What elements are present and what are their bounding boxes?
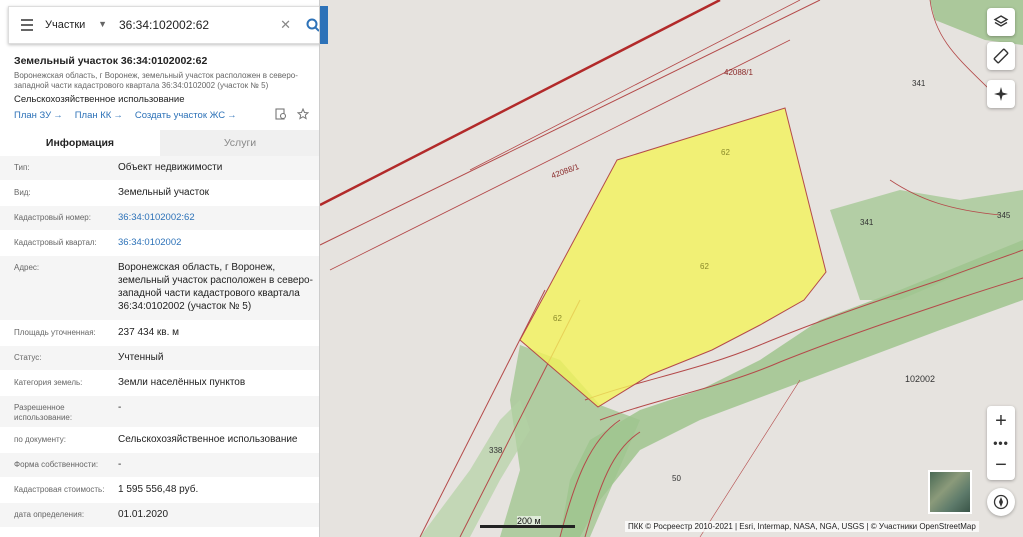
link-plan-zu[interactable]: План ЗУ → [14, 110, 63, 121]
link-plan-kk[interactable]: План КК → [75, 110, 123, 121]
object-links: План ЗУ → План КК → Создать участок ЖС → [14, 110, 237, 121]
menu-icon[interactable] [9, 19, 45, 31]
zoom-more-button[interactable]: ••• [987, 436, 1015, 450]
tab-bar: Информация Услуги [0, 130, 319, 156]
table-row: дата определения: 01.01.2020 [0, 503, 319, 528]
layers-icon [993, 15, 1009, 27]
table-row: по документу: Сельскохозяйственное исполь… [0, 428, 319, 453]
table-row: Кадастровая стоимость: 1 595 556,48 руб. [0, 478, 319, 503]
map-label-50: 50 [672, 474, 681, 483]
map-label-102002: 102002 [905, 374, 936, 384]
link-create-zhs[interactable]: Создать участок ЖС → [135, 110, 237, 121]
info-table: Тип: Объект недвижимости Вид: Земельный уч… [0, 156, 319, 528]
table-row: Категория земель: Земли населённых пункто… [0, 371, 319, 396]
table-row: Адрес: Воронежская область, г Воронеж, зе… [0, 256, 319, 321]
print-icon[interactable] [275, 108, 287, 120]
map-label-62-b: 62 [700, 262, 709, 271]
compass-button[interactable] [987, 488, 1015, 516]
locate-button[interactable] [987, 80, 1015, 108]
zoom-in-button[interactable]: + [987, 406, 1015, 436]
basemap-switcher[interactable] [928, 470, 972, 514]
map-label-345: 345 [997, 211, 1011, 220]
object-title: Земельный участок 36:34:0102002:62 [14, 55, 208, 67]
compass-icon [993, 494, 1009, 510]
search-bar: Участки ▼ 36:34:102002:62 ✕ [8, 6, 319, 44]
map-scale: 200 м [480, 516, 575, 528]
search-button[interactable] [299, 7, 319, 43]
table-row: Форма собственности: - [0, 453, 319, 478]
object-use: Сельскохозяйственное использование [14, 94, 185, 105]
search-submit-strip[interactable] [320, 6, 328, 44]
table-row: Статус: Учтенный [0, 346, 319, 371]
search-type-select[interactable]: Участки ▼ [45, 19, 113, 31]
search-input[interactable]: 36:34:102002:62 [119, 18, 280, 32]
table-row: Тип: Объект недвижимости [0, 156, 319, 181]
map-label-341-top: 341 [912, 79, 926, 88]
info-panel: Участки ▼ 36:34:102002:62 ✕ Земельный уч… [0, 0, 320, 537]
map-label-62-a: 62 [721, 148, 730, 157]
tab-info[interactable]: Информация [0, 130, 160, 156]
table-row: Кадастровый квартал: 36:34:0102002 [0, 231, 319, 256]
zoom-control: + ••• − [987, 406, 1015, 480]
cadastral-quarter-link[interactable]: 36:34:0102002 [118, 231, 319, 255]
map-label-338: 338 [489, 446, 503, 455]
table-row: Кадастровый номер: 36:34:0102002:62 [0, 206, 319, 231]
star-icon[interactable] [297, 108, 309, 120]
locate-icon [994, 87, 1008, 101]
search-type-label: Участки [45, 19, 86, 31]
map-label-42088-top: 42088/1 [724, 68, 753, 77]
map-attribution: ПКК © Росреестр 2010-2021 | Esri, Interm… [625, 521, 979, 532]
layers-button[interactable] [987, 8, 1015, 36]
zoom-out-button[interactable]: − [987, 450, 1015, 480]
cadastral-number-link[interactable]: 36:34:0102002:62 [118, 206, 319, 230]
map-label-62-c: 62 [553, 314, 562, 323]
object-tools [275, 108, 309, 120]
table-row: Площадь уточненная: 237 434 кв. м [0, 321, 319, 346]
ruler-button[interactable] [987, 42, 1015, 70]
ruler-icon [993, 48, 1009, 64]
search-icon [306, 18, 319, 32]
chevron-down-icon: ▼ [98, 19, 107, 29]
map-scale-bar [480, 525, 575, 528]
tab-services[interactable]: Услуги [160, 130, 319, 156]
object-address: Воронежская область, г Воронеж, земельны… [14, 71, 298, 90]
map-label-341-mid: 341 [860, 218, 874, 227]
table-row: Разрешенное использование: - [0, 396, 319, 428]
clear-icon[interactable]: ✕ [280, 17, 291, 33]
table-row: Вид: Земельный участок [0, 181, 319, 206]
